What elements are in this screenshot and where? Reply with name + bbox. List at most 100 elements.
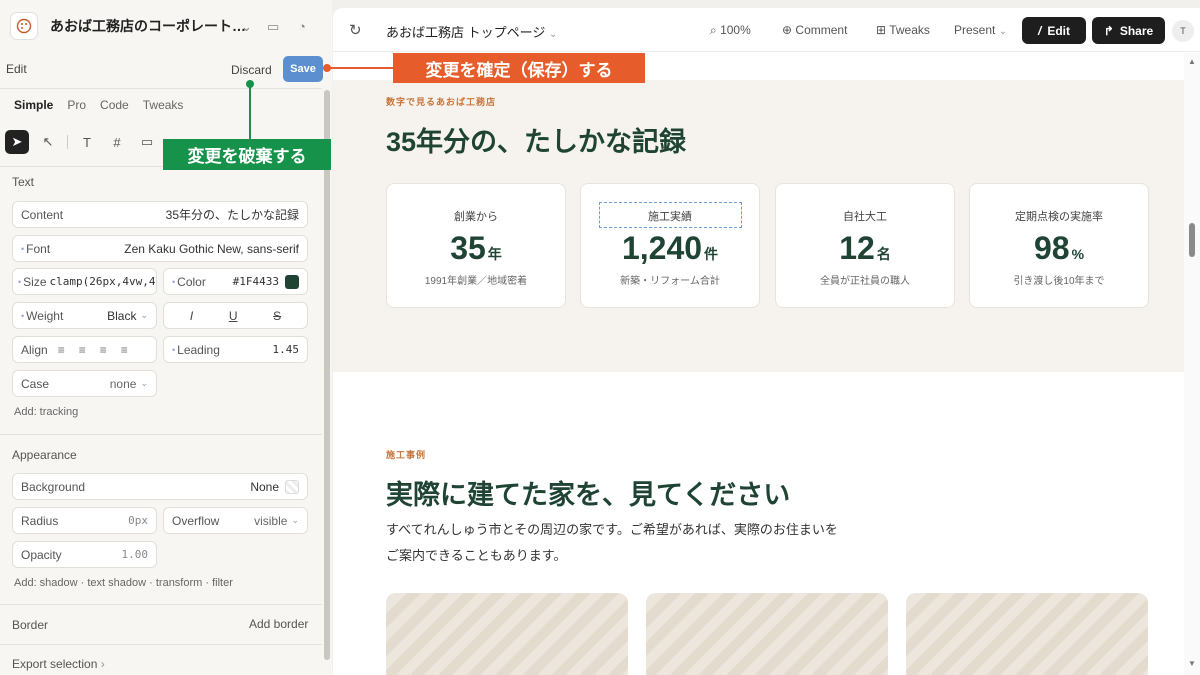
direct-select-icon[interactable]: ↖ <box>37 131 59 153</box>
bullet-icon: • <box>172 344 176 355</box>
preview-scrollbar[interactable]: ▲ ▼ <box>1184 53 1200 675</box>
works-heading[interactable]: 実際に建てた家を、見てください <box>386 473 790 512</box>
background-label: Background <box>21 479 86 494</box>
content-label: Content <box>21 207 64 222</box>
opacity-field[interactable]: Opacity 1.00 <box>12 541 157 568</box>
refresh-icon[interactable]: ↻ <box>349 21 362 39</box>
tweaks-button[interactable]: ⊞ Tweaks <box>876 23 930 37</box>
palette-icon[interactable] <box>10 12 38 40</box>
overflow-value[interactable]: visible <box>254 514 287 528</box>
font-value[interactable]: Zen Kaku Gothic New, sans-serif <box>124 242 299 256</box>
chevron-down-icon: ⌄ <box>291 515 299 525</box>
border-section-title: Border <box>12 618 49 632</box>
divider <box>0 434 322 435</box>
overflow-field[interactable]: Overflow visible ⌄ <box>163 507 308 534</box>
stat-card: 創業から 35 年 1991年創業／地域密着 <box>386 183 566 308</box>
edit-label: Edit <box>1047 23 1070 38</box>
zoom-control[interactable]: ⌕ 100% <box>710 23 751 38</box>
weight-field[interactable]: • Weight Black ⌄ <box>12 302 157 329</box>
scrollbar-thumb[interactable] <box>1189 223 1195 257</box>
comment-label: Comment <box>795 23 848 37</box>
align-justify-icon[interactable]: ≡ <box>121 343 128 357</box>
edit-bar: Edit Discard Save <box>0 56 324 84</box>
align-field: Align ≡ ≡ ≡ ≡ <box>12 336 157 363</box>
works-text-line2: ご案内できることもあります。 <box>386 548 567 563</box>
pointer-icon[interactable]: ➤ <box>5 130 29 154</box>
content-field[interactable]: Content 35年分の、たしかな記録 <box>12 201 308 228</box>
italic-button[interactable]: I <box>190 309 193 323</box>
color-swatch[interactable] <box>285 274 299 289</box>
add-border-button[interactable]: Add border <box>249 617 308 631</box>
stat-sub: 新築・リフォーム合計 <box>620 276 720 287</box>
share-button[interactable]: ↱ Share <box>1092 17 1165 44</box>
weight-label: Weight <box>26 308 64 323</box>
weight-value[interactable]: Black <box>107 309 136 323</box>
stat-label: 創業から <box>454 211 498 223</box>
leading-field[interactable]: • Leading 1.45 <box>163 336 308 363</box>
bullet-icon: • <box>18 276 22 287</box>
present-button[interactable]: Present ⌄ <box>954 23 1007 37</box>
tab-code[interactable]: Code <box>100 98 129 112</box>
save-button[interactable]: Save <box>283 56 323 82</box>
comment-button[interactable]: ⊕ Comment <box>782 23 847 37</box>
opacity-value[interactable]: 1.00 <box>122 548 149 561</box>
scrollbar-thumb[interactable] <box>324 90 330 660</box>
text-tool-icon[interactable]: T <box>76 131 98 153</box>
radius-value[interactable]: 0px <box>128 514 148 527</box>
scroll-down-icon[interactable]: ▼ <box>1188 659 1196 668</box>
project-title[interactable]: あおば工務店のコーポレート… <box>50 16 246 36</box>
stat-value: 98 <box>1033 230 1070 266</box>
add-effects-link[interactable]: Add: shadow · text shadow · transform · … <box>14 577 233 589</box>
edit-button[interactable]: / Edit <box>1022 17 1086 44</box>
rectangle-tool-icon[interactable]: ▭ <box>136 131 158 153</box>
divider <box>67 135 68 149</box>
stats-heading[interactable]: 35年分の、たしかな記録 <box>386 120 686 159</box>
color-field[interactable]: • Color #1F4433 <box>163 268 308 295</box>
font-field[interactable]: • Font Zen Kaku Gothic New, sans-serif <box>12 235 308 262</box>
opacity-label: Opacity <box>21 547 62 562</box>
share-icon: ↱ <box>1103 23 1114 38</box>
size-value[interactable]: clamp(26px,4vw,40px) <box>50 275 157 288</box>
works-text-line1: すべてれんしゅう市とその周辺の家です。ご希望があれば、実際のお住まいを <box>386 522 838 537</box>
transparent-swatch[interactable] <box>285 479 299 494</box>
avatar[interactable]: T <box>1172 20 1194 42</box>
appearance-section-title: Appearance <box>12 448 77 462</box>
divider <box>0 88 322 89</box>
background-field[interactable]: Background None <box>12 473 308 500</box>
export-selection-button[interactable]: Export selection › <box>12 657 105 671</box>
page-selector[interactable]: あおば工務店 トップページ ⌄ <box>386 22 557 41</box>
background-value[interactable]: None <box>250 480 279 494</box>
underline-button[interactable]: U <box>229 309 238 323</box>
stat-label[interactable]: 施工実績 <box>581 208 759 224</box>
radius-field[interactable]: Radius 0px <box>12 507 157 534</box>
strikethrough-button[interactable]: S <box>273 309 281 323</box>
content-value[interactable]: 35年分の、たしかな記録 <box>166 206 299 223</box>
chat-icon[interactable]: ◔ <box>298 19 306 34</box>
case-value[interactable]: none <box>110 377 137 391</box>
scroll-up-icon[interactable]: ▲ <box>1188 57 1196 66</box>
tab-pro[interactable]: Pro <box>67 98 86 112</box>
tab-tweaks[interactable]: Tweaks <box>143 98 184 112</box>
stat-sub: 全員が正社員の職人 <box>820 276 910 287</box>
zoom-value: 100% <box>720 23 751 37</box>
tab-simple[interactable]: Simple <box>14 98 53 112</box>
works-kicker: 施工事例 <box>386 450 427 460</box>
chevron-down-icon[interactable]: ⌄ <box>241 19 252 35</box>
align-left-icon[interactable]: ≡ <box>58 343 65 357</box>
size-field[interactable]: • Size clamp(26px,4vw,40px) <box>12 268 157 295</box>
stat-value: 1,240 <box>621 230 703 266</box>
add-tracking-link[interactable]: Add: tracking <box>14 406 78 418</box>
case-field[interactable]: Case none ⌄ <box>12 370 157 397</box>
pencil-icon: / <box>1037 23 1042 38</box>
leading-value[interactable]: 1.45 <box>273 343 300 356</box>
align-right-icon[interactable]: ≡ <box>100 343 107 357</box>
align-label: Align <box>21 342 48 357</box>
zoom-icon: ⌕ <box>710 23 717 37</box>
panel-scrollbar[interactable] <box>324 90 330 660</box>
sidebar-toggle-icon[interactable]: ▭ <box>267 19 279 35</box>
grid-tool-icon[interactable]: # <box>106 131 128 153</box>
discard-button[interactable]: Discard <box>231 63 272 77</box>
divider <box>0 644 322 645</box>
align-center-icon[interactable]: ≡ <box>79 343 86 357</box>
color-value[interactable]: #1F4433 <box>233 275 279 288</box>
